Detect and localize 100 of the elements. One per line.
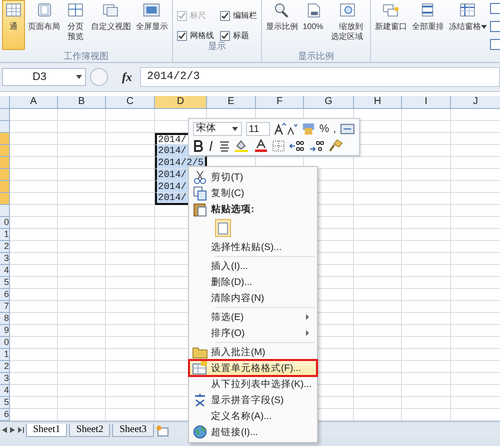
splitter-handle[interactable] (90, 68, 108, 86)
row-header[interactable]: 2 (0, 241, 10, 253)
group-label: 显示比例 (298, 51, 334, 62)
last-sheet-icon[interactable] (18, 426, 24, 432)
format-painter-icon[interactable] (329, 139, 343, 152)
menu-item[interactable]: 排序(O) (189, 325, 317, 341)
menu-item[interactable]: 定义名称(A)... (189, 408, 317, 424)
column-header[interactable]: H (354, 96, 402, 109)
row-header[interactable]: 1 (0, 349, 10, 361)
row-header[interactable]: 0 (0, 217, 10, 229)
sheet-tab[interactable]: Sheet2 (69, 424, 110, 437)
column-header[interactable]: A (10, 96, 58, 109)
row-header[interactable]: 5 (0, 397, 10, 409)
globe-icon (194, 426, 206, 438)
paste-option-button[interactable] (215, 219, 231, 237)
table-cell: 2014/2/5 (155, 157, 207, 169)
next-sheet-icon[interactable] (10, 426, 15, 432)
checkbox-label: 网格线 (190, 30, 214, 41)
ribbon-button[interactable]: 新建窗口 (372, 0, 409, 50)
window-icon[interactable] (490, 21, 500, 32)
menu-item[interactable]: 从下拉列表中选择(K)... (189, 376, 317, 392)
ribbon-button[interactable]: 100% (300, 0, 326, 50)
column-header[interactable]: D (155, 96, 207, 109)
menu-item[interactable]: 超链接(I)... (189, 424, 317, 440)
fill-color-icon[interactable] (234, 139, 250, 152)
group-label: 显示 (208, 41, 226, 52)
checkbox-label: 编辑栏 (232, 10, 257, 21)
menu-item[interactable]: 筛选(E) (189, 309, 317, 325)
row-header[interactable]: 9 (0, 325, 10, 337)
format-cells-icon (192, 361, 207, 374)
borders-icon[interactable] (272, 140, 285, 152)
phonetic-icon (194, 393, 206, 407)
percent-button[interactable]: % (319, 122, 330, 136)
row-header[interactable]: 0 (0, 337, 10, 349)
previous-sheet-icon[interactable] (2, 426, 7, 432)
menu-item[interactable]: 显示拼音字段(S) (189, 392, 317, 408)
ribbon-button[interactable]: 显示比例 (264, 0, 300, 50)
ribbon-button[interactable]: 全屏显示 (134, 0, 170, 50)
menu-section-label: 粘贴选项: (211, 202, 254, 216)
formula-input[interactable]: 2014/2/3 (140, 67, 500, 87)
row-header[interactable]: 4 (0, 385, 10, 397)
new-sheet-icon[interactable] (156, 425, 170, 437)
dropdown-caret-icon[interactable] (76, 75, 82, 79)
row-header[interactable]: 6 (0, 289, 10, 301)
italic-icon[interactable] (207, 140, 215, 152)
decrease-decimal-icon[interactable] (309, 140, 325, 152)
row-header[interactable]: 5 (0, 277, 10, 289)
menu-item[interactable]: 插入(I)... (189, 258, 317, 274)
dropdown-caret-icon[interactable] (232, 126, 238, 130)
column-header[interactable]: F (256, 96, 304, 109)
font-size-dropdown[interactable]: 11 (246, 122, 270, 136)
grid-icon (4, 1, 23, 19)
row-header[interactable]: 3 (0, 373, 10, 385)
column-header[interactable]: I (402, 96, 451, 109)
checkbox[interactable] (220, 30, 230, 40)
row-header[interactable]: 8 (0, 313, 10, 325)
copy-icon (194, 186, 206, 200)
menu-item[interactable]: 设置单元格格式(F)... (189, 360, 317, 376)
window-icon[interactable] (490, 3, 500, 14)
sheet-tab[interactable]: Sheet1 (26, 424, 68, 437)
row-header[interactable]: 7 (0, 301, 10, 313)
menu-item[interactable]: 选择性粘贴(S)... (189, 239, 317, 255)
menu-item[interactable]: 删除(D)... (189, 274, 317, 290)
column-header[interactable]: B (58, 96, 106, 109)
increase-decimal-icon[interactable] (289, 140, 305, 152)
bold-icon[interactable] (193, 140, 203, 152)
checkbox-label: 标尺 (190, 10, 206, 21)
row-header[interactable]: 3 (0, 253, 10, 265)
menu-item[interactable]: 插入批注(M) (189, 344, 317, 360)
ribbon-button[interactable]: 分页预览 (63, 0, 88, 50)
checkbox[interactable] (176, 30, 187, 40)
menu-item[interactable]: 清除内容(N) (189, 290, 317, 306)
font-size-icon[interactable] (274, 122, 298, 136)
zoom-selection-icon (338, 1, 357, 19)
insert-function-button[interactable]: fx (122, 70, 132, 84)
row-header[interactable]: 2 (0, 361, 10, 373)
ribbon-button[interactable]: 自定义视图 (88, 0, 133, 50)
column-header[interactable]: J (451, 96, 500, 109)
ribbon-button[interactable]: 冻结窗格 (446, 0, 489, 50)
column-header[interactable]: C (106, 96, 155, 109)
caret-icon[interactable] (480, 25, 487, 29)
checkbox[interactable] (220, 10, 230, 20)
column-header[interactable]: E (207, 96, 256, 109)
window-icon[interactable] (490, 39, 500, 50)
align-center-icon[interactable] (219, 140, 230, 152)
row-header[interactable]: 1 (0, 229, 10, 241)
merge-icon[interactable] (340, 122, 355, 134)
ribbon-button[interactable]: 通 (2, 0, 25, 50)
ribbon-button[interactable]: 缩放到选定区域 (326, 0, 368, 50)
group-label: 工作簿视图 (63, 51, 108, 62)
column-header[interactable]: G (304, 96, 354, 109)
scissors-icon (194, 170, 206, 184)
ribbon-button[interactable]: 全部重排 (410, 0, 446, 50)
row-header[interactable]: 4 (0, 265, 10, 277)
font-dropdown[interactable]: 宋体 (193, 122, 242, 136)
sheet-tab[interactable]: Sheet3 (112, 424, 154, 437)
font-color-icon[interactable] (254, 139, 268, 152)
name-box[interactable]: D3 (2, 68, 86, 86)
ribbon-button[interactable]: 页面布局 (26, 0, 62, 50)
row-header[interactable]: 6 (0, 409, 10, 421)
